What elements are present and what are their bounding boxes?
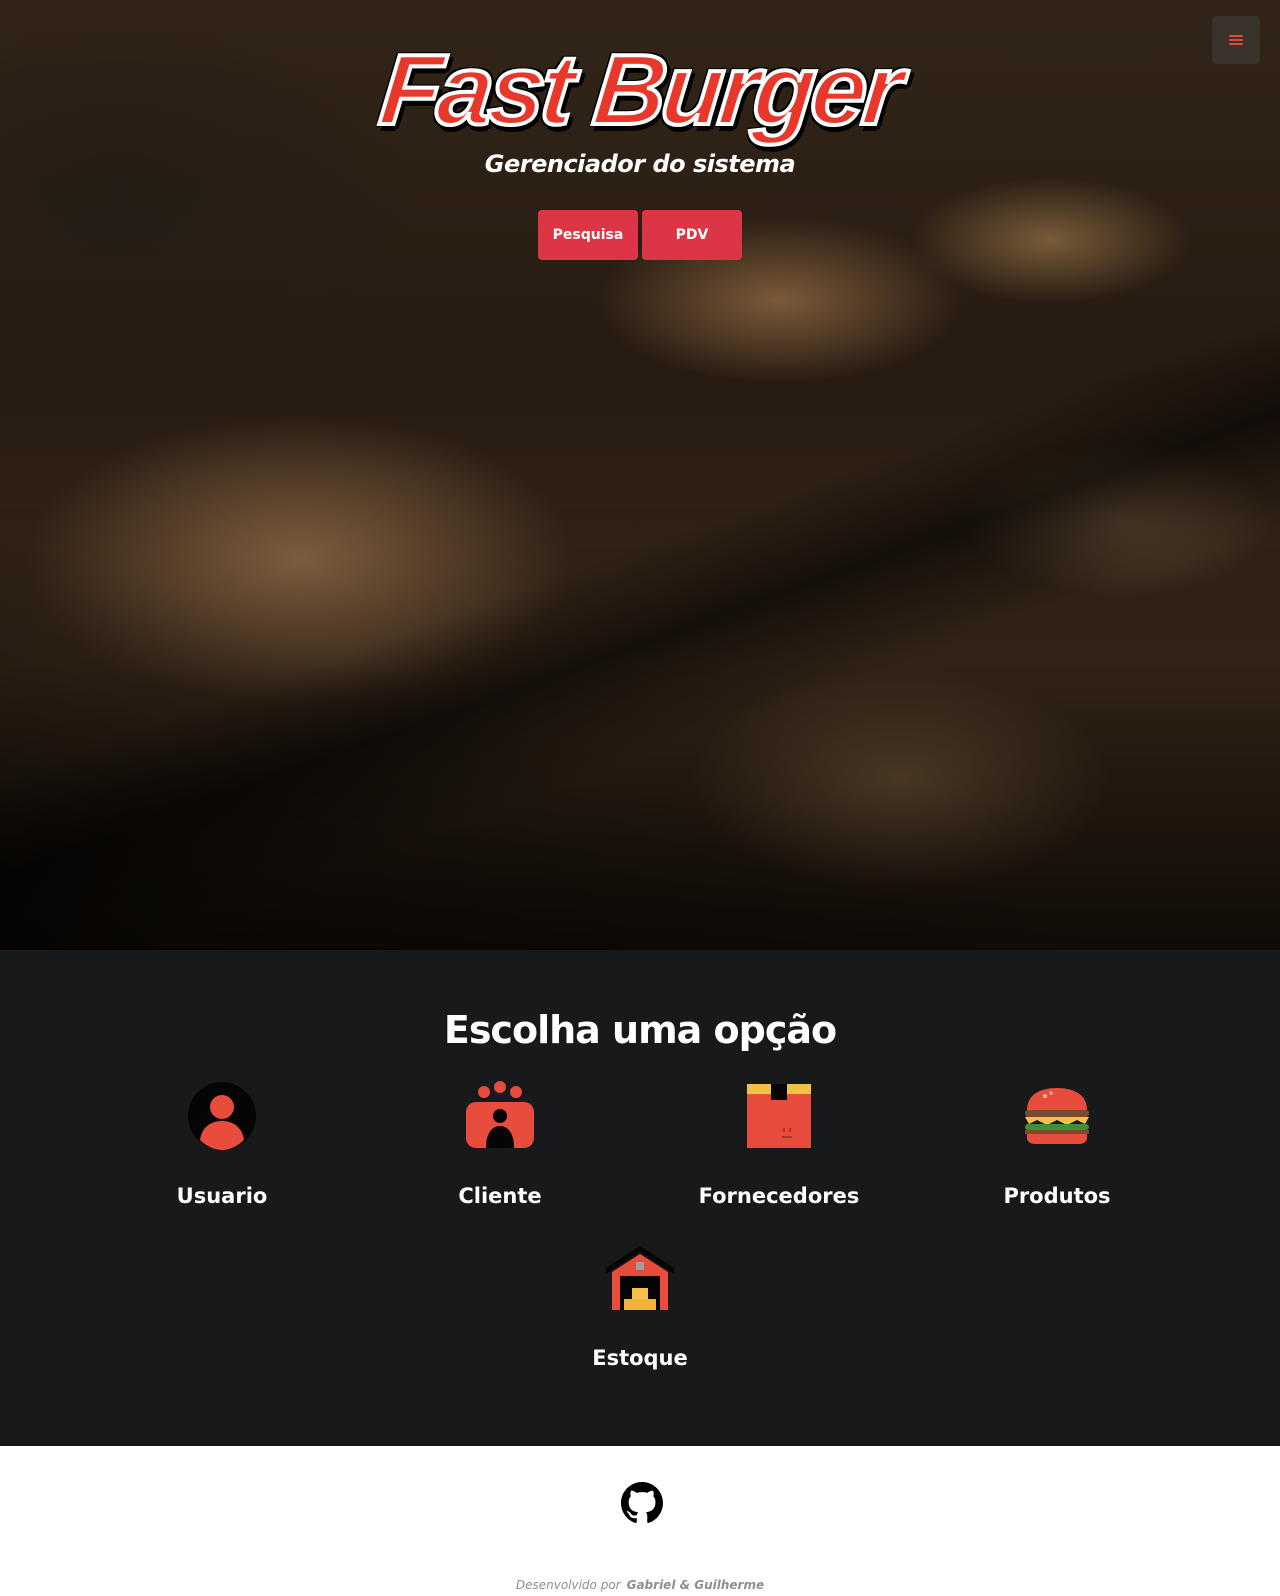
option-fornecedores[interactable]: Fornecedores [659,1080,899,1208]
developed-by-label: Desenvolvido por [515,1578,621,1592]
footer: Desenvolvido por Gabriel & Guilherme [0,1446,1280,1596]
menu-toggle-button[interactable] [1212,16,1260,64]
hero-section: Fast Burger Gerenciador do sistema Pesqu… [0,0,1280,950]
user-icon [188,1082,256,1150]
option-label: Cliente [458,1184,542,1208]
logo: Fast Burger [373,32,906,148]
burger-icon [1025,1088,1089,1144]
search-button[interactable]: Pesquisa [538,210,638,260]
hamburger-menu-icon [1229,35,1243,45]
option-produtos[interactable]: Produtos [937,1080,1177,1208]
pdv-button[interactable]: PDV [642,210,742,260]
option-label: Usuario [176,1184,268,1208]
page-subtitle: Gerenciador do sistema [484,150,796,178]
option-cliente[interactable]: Cliente [380,1080,620,1208]
options-title: Escolha uma opção [443,1008,837,1052]
options-section: Escolha uma opção Usuario Cliente Fornec… [0,950,1280,1446]
option-usuario[interactable]: Usuario [102,1080,342,1208]
option-label: Estoque [592,1346,688,1370]
box-icon [747,1084,811,1148]
warehouse-icon [606,1246,674,1310]
option-label: Fornecedores [698,1184,860,1208]
hero-button-group: Pesquisa PDV [0,210,1280,260]
option-estoque[interactable]: Estoque [520,1242,760,1370]
option-label: Produtos [1003,1184,1111,1208]
credits: Desenvolvido por Gabriel & Guilherme [0,1578,1280,1592]
authors-label: Gabriel & Guilherme [626,1578,765,1592]
customers-group-icon [466,1081,534,1148]
github-icon[interactable] [621,1482,663,1524]
brand-block: Fast Burger Gerenciador do sistema Pesqu… [0,32,1280,260]
